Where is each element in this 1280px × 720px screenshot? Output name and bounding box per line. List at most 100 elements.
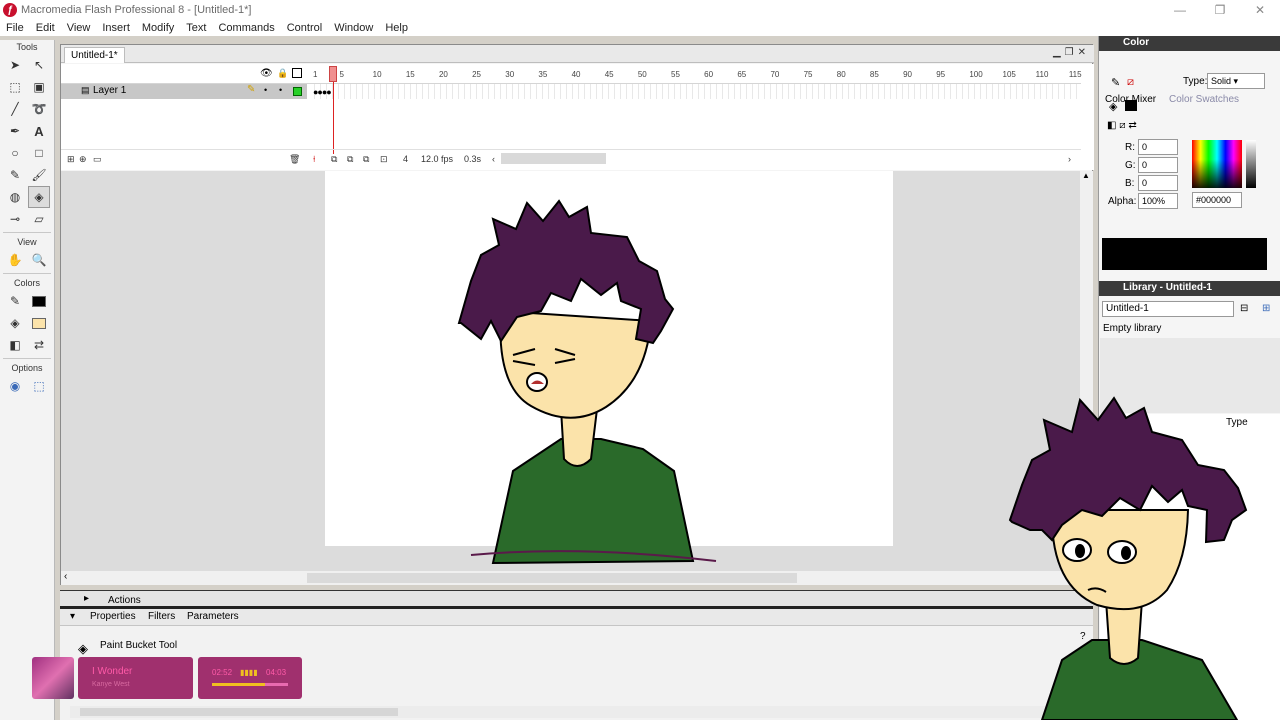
ink-bottle-tool-icon[interactable]: ◍: [4, 186, 26, 208]
onion-skin-icon[interactable]: ⧉: [331, 154, 337, 165]
fill-transform-tool-icon[interactable]: ▣: [28, 76, 50, 98]
pencil-tool-icon[interactable]: ✎: [4, 164, 26, 186]
type-select[interactable]: Solid ▾: [1207, 73, 1265, 89]
tab-filters[interactable]: Filters: [148, 611, 175, 622]
brush-tool-icon[interactable]: 🖌: [28, 164, 50, 186]
gap-size-icon[interactable]: ◉: [4, 375, 26, 397]
timeline-scrollbar[interactable]: [501, 153, 606, 164]
ruler-tick: 65: [737, 70, 747, 79]
pen-tool-icon[interactable]: ✒: [4, 120, 26, 142]
no-color-icon[interactable]: ⧄: [1127, 76, 1134, 89]
ruler-tick: 110: [1035, 70, 1049, 79]
fill-swatch[interactable]: [1125, 100, 1137, 111]
paint-bucket-tool-icon[interactable]: ◈: [28, 186, 50, 208]
eraser-tool-icon[interactable]: ▱: [28, 208, 50, 230]
character-drawing[interactable]: [61, 171, 1080, 571]
playhead[interactable]: [329, 66, 337, 82]
song-artist: Kanye West: [92, 681, 130, 688]
r-field[interactable]: 0: [1138, 139, 1178, 155]
lock-fill-icon[interactable]: ⬚: [28, 375, 50, 397]
add-folder-icon[interactable]: ▭: [93, 154, 102, 165]
menu-modify[interactable]: Modify: [136, 22, 180, 34]
stroke-color-icon[interactable]: ✎: [4, 290, 26, 312]
stage-scroll-thumb[interactable]: [307, 573, 797, 583]
menu-control[interactable]: Control: [281, 22, 328, 34]
eyedropper-tool-icon[interactable]: ⊸: [4, 208, 26, 230]
g-field[interactable]: 0: [1138, 157, 1178, 173]
selection-tool-icon[interactable]: ➤: [4, 54, 26, 76]
delete-layer-icon[interactable]: 🗑: [289, 154, 300, 165]
menu-help[interactable]: Help: [379, 22, 414, 34]
document-tab[interactable]: Untitled-1*: [64, 47, 125, 63]
menu-text[interactable]: Text: [180, 22, 212, 34]
stroke-color-swatch[interactable]: [28, 290, 50, 312]
lasso-tool-icon[interactable]: ➰: [28, 98, 50, 120]
hand-tool-icon[interactable]: ✋: [4, 249, 26, 271]
doc-restore-icon[interactable]: ❐: [1065, 47, 1078, 58]
color-spectrum[interactable]: [1192, 140, 1242, 188]
layer-row[interactable]: ▤ Layer 1 ✎ • •: [61, 84, 307, 99]
rectangle-tool-icon[interactable]: □: [28, 142, 50, 164]
library-panel-header[interactable]: Library - Untitled-1: [1099, 281, 1280, 296]
oval-tool-icon[interactable]: ○: [4, 142, 26, 164]
layer-color-icon[interactable]: [293, 87, 302, 96]
zoom-tool-icon[interactable]: 🔍: [28, 249, 50, 271]
maximize-icon[interactable]: ❐: [1200, 0, 1240, 20]
swap-colors-icon[interactable]: ⇄: [28, 334, 50, 356]
doc-minimize-icon[interactable]: ▁: [1053, 47, 1065, 58]
subselection-tool-icon[interactable]: ↖: [28, 54, 50, 76]
black-white-icon[interactable]: ◧ ⧄ ⇄: [1107, 120, 1137, 131]
menu-view[interactable]: View: [61, 22, 97, 34]
line-tool-icon[interactable]: ╱: [4, 98, 26, 120]
stroke-icon[interactable]: ✎: [1111, 76, 1120, 89]
scroll-left-icon[interactable]: ‹: [64, 571, 67, 582]
modify-markers-icon[interactable]: ⊡: [380, 154, 388, 165]
progress-bar: [212, 683, 288, 686]
brightness-slider[interactable]: [1246, 140, 1256, 188]
color-panel-header[interactable]: Color: [1099, 36, 1280, 51]
center-frame-icon[interactable]: ⍿: [313, 154, 315, 165]
edit-frames-icon[interactable]: ⧉: [363, 154, 369, 165]
new-library-icon[interactable]: ⊞: [1262, 303, 1270, 314]
close-icon[interactable]: ✕: [1240, 0, 1280, 20]
actions-panel-header[interactable]: ▸ Actions: [60, 590, 1093, 606]
free-transform-tool-icon[interactable]: ⬚: [4, 76, 26, 98]
properties-scrollbar[interactable]: [70, 706, 1070, 718]
doc-close-icon[interactable]: ✕: [1078, 47, 1090, 58]
tab-properties[interactable]: Properties: [90, 611, 136, 622]
lock-icon[interactable]: 🔒: [277, 68, 288, 79]
scroll-up-icon[interactable]: ▲: [1082, 171, 1090, 180]
menu-file[interactable]: File: [0, 22, 30, 34]
menu-commands[interactable]: Commands: [212, 22, 280, 34]
frame-track[interactable]: ●●●●: [309, 84, 1081, 99]
menu-window[interactable]: Window: [328, 22, 379, 34]
keyframes[interactable]: ●●●●: [313, 87, 332, 97]
fill-color-swatch[interactable]: [28, 312, 50, 334]
outline-icon[interactable]: [292, 68, 302, 78]
menu-insert[interactable]: Insert: [96, 22, 136, 34]
stage-horizontal-scrollbar[interactable]: ‹: [61, 571, 1080, 585]
lock-dot-icon[interactable]: •: [279, 85, 282, 95]
eye-icon[interactable]: 👁: [260, 68, 273, 79]
minimize-icon[interactable]: —: [1160, 0, 1200, 20]
library-select[interactable]: Untitled-1: [1102, 301, 1234, 317]
b-field[interactable]: 0: [1138, 175, 1178, 191]
text-tool-icon[interactable]: A: [28, 120, 50, 142]
scroll-right-icon[interactable]: ›: [1068, 154, 1071, 164]
tab-color-swatches[interactable]: Color Swatches: [1169, 94, 1239, 105]
add-guide-icon[interactable]: ⊕: [79, 154, 87, 165]
ruler-tick: 35: [538, 70, 548, 79]
hex-field[interactable]: #000000: [1192, 192, 1242, 208]
scroll-left-icon[interactable]: ‹: [492, 154, 495, 164]
visible-dot-icon[interactable]: •: [264, 85, 267, 95]
menu-edit[interactable]: Edit: [30, 22, 61, 34]
fill-color-icon[interactable]: ◈: [4, 312, 26, 334]
black-white-icon[interactable]: ◧: [4, 334, 26, 356]
fill-bucket-icon[interactable]: ◈: [1109, 100, 1117, 113]
onion-outline-icon[interactable]: ⧉: [347, 154, 353, 165]
pin-library-icon[interactable]: ⊟: [1240, 303, 1248, 314]
tab-parameters[interactable]: Parameters: [187, 611, 239, 622]
collapse-icon[interactable]: ▾: [70, 611, 75, 622]
alpha-field[interactable]: 100%: [1138, 193, 1178, 209]
add-layer-icon[interactable]: ⊞: [67, 154, 75, 165]
